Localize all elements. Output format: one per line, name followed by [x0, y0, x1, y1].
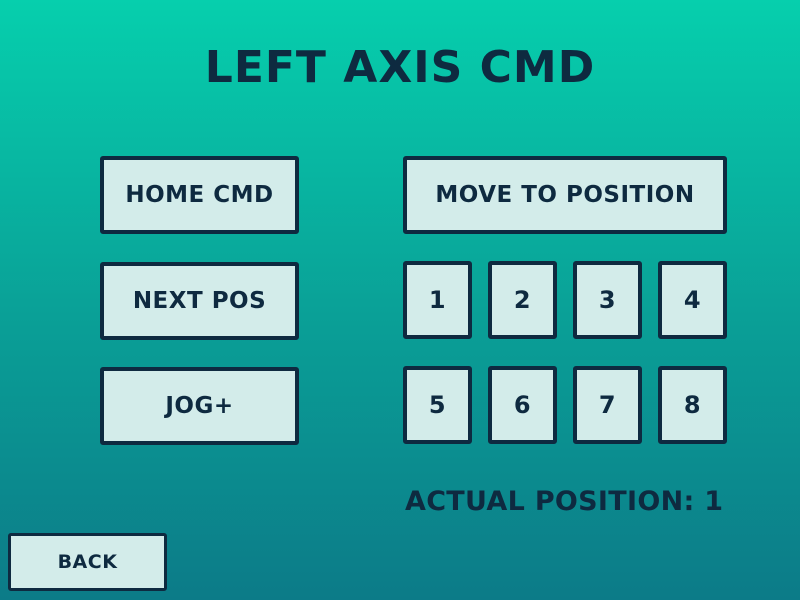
page-title: LEFT AXIS CMD [204, 42, 596, 93]
actual-position-label: ACTUAL POSITION: [405, 486, 695, 517]
position-4-button[interactable]: 4 [658, 261, 727, 339]
position-6-button[interactable]: 6 [488, 366, 557, 444]
position-1-button[interactable]: 1 [403, 261, 472, 339]
actual-position-value: 1 [704, 486, 724, 517]
actual-position-readout: ACTUAL POSITION: 1 [405, 482, 735, 522]
position-7-button[interactable]: 7 [573, 366, 642, 444]
position-2-button[interactable]: 2 [488, 261, 557, 339]
position-3-button[interactable]: 3 [573, 261, 642, 339]
back-button[interactable]: BACK [8, 533, 167, 591]
next-pos-button[interactable]: NEXT POS [100, 262, 299, 340]
position-8-button[interactable]: 8 [658, 366, 727, 444]
home-cmd-button[interactable]: HOME CMD [100, 156, 299, 234]
position-5-button[interactable]: 5 [403, 366, 472, 444]
move-to-position-button[interactable]: MOVE TO POSITION [403, 156, 727, 234]
jog-plus-button[interactable]: JOG+ [100, 367, 299, 445]
